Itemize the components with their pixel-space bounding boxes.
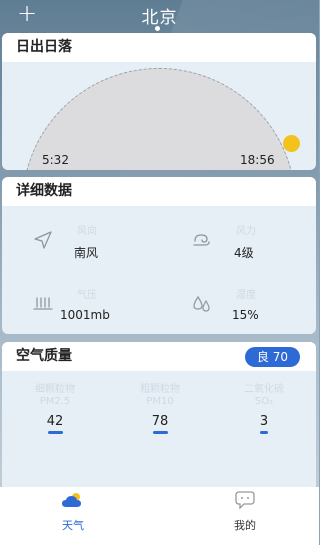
pm10-label-line1: 粗颗粒物 — [140, 384, 180, 395]
navigation-arrow-icon — [32, 229, 54, 251]
wind-direction-label: 风向 — [77, 226, 97, 237]
tab-weather-label: 天气 — [62, 519, 84, 532]
wind-icon — [191, 229, 213, 251]
humidity-drops-icon — [191, 293, 213, 315]
so2-label-line1: 二氧化硫 — [244, 384, 284, 395]
pm25-item: 细颗粒物 PM2.5 42 — [15, 384, 95, 434]
so2-label-line2: SO₂ — [254, 396, 274, 407]
air-quality-title: 空气质量 — [16, 348, 72, 364]
so2-level-bar — [260, 431, 268, 434]
no2-item: 二氧化氮 NO₂ — [15, 460, 95, 484]
pressure-icon — [32, 293, 54, 315]
no2-label-line2: NO₂ — [45, 472, 65, 483]
so2-value: 3 — [259, 414, 269, 429]
co-label-line1: 一氧化碳 — [140, 460, 180, 471]
city-title[interactable]: 北京 — [0, 3, 319, 28]
o3-label-line2: O₃ — [258, 472, 270, 483]
tab-mine-label: 我的 — [234, 519, 256, 532]
o3-item: 臭氧 O₃ — [224, 460, 304, 484]
pm10-label-line2: PM10 — [146, 396, 174, 407]
co-item: 一氧化碳 CO — [120, 460, 200, 484]
air-quality-header: 空气质量 良 70 — [2, 342, 316, 371]
pm25-level-bar — [47, 431, 63, 434]
tab-weather[interactable]: 天气 — [28, 490, 118, 533]
top-bar: + 北京 — [0, 0, 319, 32]
pressure-label: 气压 — [77, 290, 97, 301]
air-quality-card: 空气质量 良 70 细颗粒物 PM2.5 42 粗颗粒物 PM10 78 二氧化… — [2, 342, 316, 492]
sun-arc-area: 5:32 18:56 — [2, 62, 316, 170]
wind-power-label: 风力 — [236, 226, 256, 237]
detail-card: 详细数据 风向 南风 风力 4级 气压 1001mb 湿度 15% — [2, 177, 316, 334]
o3-label-line1: 臭氧 — [254, 460, 274, 471]
tab-mine[interactable]: 我的 — [200, 490, 290, 533]
wind-power-value: 4级 — [234, 246, 254, 260]
detail-title: 详细数据 — [2, 177, 316, 206]
pm25-value: 42 — [46, 414, 64, 429]
humidity-label: 湿度 — [236, 290, 256, 301]
humidity-value: 15% — [232, 308, 259, 322]
sun-icon — [283, 135, 300, 152]
pm10-item: 粗颗粒物 PM10 78 — [120, 384, 200, 434]
weather-cloud-sun-icon — [62, 493, 81, 507]
pressure-value: 1001mb — [60, 308, 110, 322]
pm10-level-bar — [152, 431, 168, 434]
sunrise-sunset-title: 日出日落 — [2, 33, 316, 62]
sunrise-sunset-card: 日出日落 5:32 18:56 — [2, 33, 316, 170]
bottom-tab-bar: 天气 我的 — [0, 487, 319, 545]
page-indicator-dot — [155, 26, 160, 31]
chat-bubble-icon — [235, 491, 255, 510]
co-label-line2: CO — [152, 472, 168, 483]
so2-item: 二氧化硫 SO₂ 3 — [224, 384, 304, 434]
wind-direction-value: 南风 — [74, 246, 99, 260]
pm10-value: 78 — [151, 414, 169, 429]
sunrise-time: 5:32 — [42, 153, 69, 167]
pm25-label-line1: 细颗粒物 — [35, 384, 75, 395]
pm25-label-line2: PM2.5 — [39, 396, 71, 407]
aqi-badge: 良 70 — [244, 346, 300, 367]
sunset-time: 18:56 — [240, 153, 275, 167]
no2-label-line1: 二氧化氮 — [35, 460, 75, 471]
